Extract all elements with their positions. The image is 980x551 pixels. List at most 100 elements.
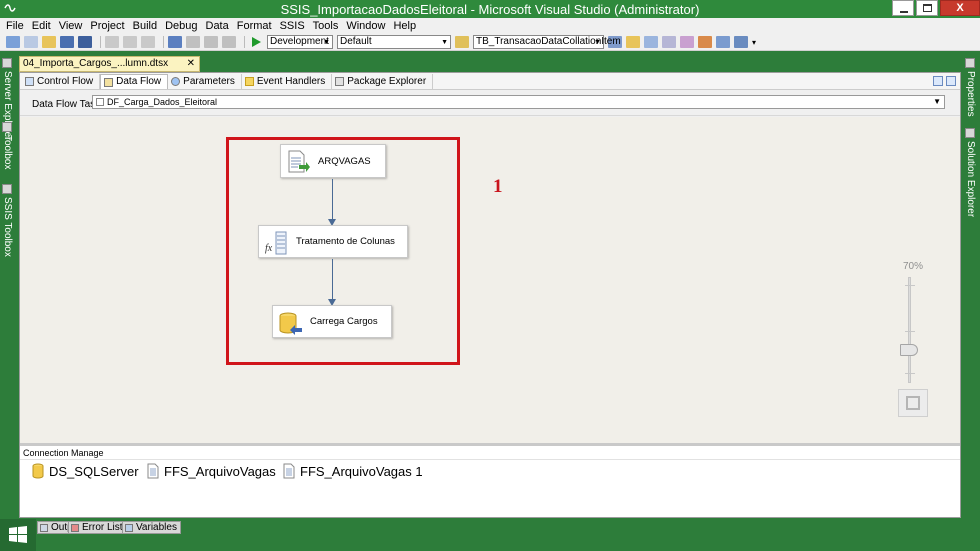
find-in-files-icon[interactable] bbox=[455, 36, 469, 48]
zoom-tick bbox=[905, 331, 915, 332]
zoom-tick bbox=[905, 285, 915, 286]
menu-debug[interactable]: Debug bbox=[161, 20, 201, 32]
connection-ffs-arquivovagas[interactable]: FFS_ArquivoVagas bbox=[147, 463, 276, 479]
windows-start-button[interactable] bbox=[0, 519, 36, 551]
navigate-forward-icon[interactable] bbox=[222, 36, 236, 48]
ssis-log-icon[interactable] bbox=[698, 36, 712, 48]
menu-format[interactable]: Format bbox=[233, 20, 276, 32]
tab-variables-label: Variables bbox=[136, 522, 177, 533]
maximize-button[interactable] bbox=[916, 0, 938, 16]
tab-error-list[interactable]: Error List bbox=[68, 521, 127, 534]
close-tab-icon[interactable]: ✕ bbox=[187, 57, 195, 71]
menu-edit[interactable]: Edit bbox=[28, 20, 55, 32]
navigate-backward-icon[interactable] bbox=[204, 36, 218, 48]
data-flow-task-select[interactable]: DF_Carga_Dados_Eleitoral ▼ bbox=[92, 95, 945, 109]
start-debugging-icon[interactable] bbox=[249, 36, 263, 48]
menu-bar: File Edit View Project Build Debug Data … bbox=[0, 18, 980, 34]
close-button[interactable]: X bbox=[940, 0, 980, 16]
tab-parameters[interactable]: Parameters bbox=[168, 74, 242, 89]
tab-variables[interactable]: Variables bbox=[122, 521, 181, 534]
show-annotations-icon[interactable] bbox=[946, 76, 956, 86]
connection-managers-header: Connection Manage bbox=[23, 448, 104, 458]
zoom-to-fit-icon[interactable] bbox=[933, 76, 943, 86]
data-flow-canvas[interactable]: 1 ARQVAGAS fx Tratamento de Colunas Carr… bbox=[20, 117, 960, 443]
solution-platform-combo[interactable]: Default ▼ bbox=[337, 35, 451, 49]
menu-help[interactable]: Help bbox=[389, 20, 420, 32]
copy-icon[interactable] bbox=[123, 36, 137, 48]
menu-ssis[interactable]: SSIS bbox=[276, 20, 309, 32]
tab-data-flow[interactable]: Data Flow bbox=[100, 74, 169, 89]
properties-label: Properties bbox=[965, 71, 976, 117]
data-path-connector[interactable] bbox=[332, 179, 333, 221]
server-explorer-icon bbox=[2, 58, 12, 68]
paste-icon[interactable] bbox=[141, 36, 155, 48]
ssis-toolbox-label: SSIS Toolbox bbox=[2, 197, 13, 257]
solution-explorer-tab[interactable]: Solution Explorer bbox=[965, 128, 976, 217]
toolbar-overflow-icon[interactable]: ▾ bbox=[752, 38, 756, 47]
data-path-connector[interactable] bbox=[332, 259, 333, 301]
designer-tabs: Control Flow Data Flow Parameters Event … bbox=[20, 73, 960, 90]
menu-view[interactable]: View bbox=[55, 20, 87, 32]
component-carrega-cargos[interactable]: Carrega Cargos bbox=[272, 305, 392, 338]
toolbar-separator bbox=[100, 36, 101, 48]
divider bbox=[20, 459, 960, 460]
component-tratamento-de-colunas[interactable]: fx Tratamento de Colunas bbox=[258, 225, 408, 258]
toolbox-tab[interactable]: Toolbox bbox=[2, 122, 13, 169]
find-combo[interactable]: TB_TransacaoDataCollationItem ▼ bbox=[473, 35, 621, 49]
data-flow-task-row: Data Flow Task: DF_Carga_Dados_Eleitoral… bbox=[20, 90, 960, 116]
component-arqvagas[interactable]: ARQVAGAS bbox=[280, 144, 386, 178]
open-folder-icon[interactable] bbox=[42, 36, 56, 48]
menu-tools[interactable]: Tools bbox=[309, 20, 343, 32]
object-browser-icon[interactable] bbox=[644, 36, 658, 48]
ssis-toolbox-tab[interactable]: SSIS Toolbox bbox=[2, 184, 13, 257]
properties-icon bbox=[965, 58, 975, 68]
chevron-down-icon: ▼ bbox=[594, 39, 601, 46]
tab-package-explorer[interactable]: Package Explorer bbox=[332, 74, 434, 89]
connection-ffs-arquivovagas-1[interactable]: FFS_ArquivoVagas 1 bbox=[283, 463, 423, 479]
save-icon[interactable] bbox=[60, 36, 74, 48]
properties-window-icon[interactable] bbox=[626, 36, 640, 48]
new-project-icon[interactable] bbox=[6, 36, 20, 48]
tab-package-explorer-label: Package Explorer bbox=[347, 75, 427, 87]
add-item-icon[interactable] bbox=[24, 36, 38, 48]
ssis-variables-icon[interactable] bbox=[680, 36, 694, 48]
solution-platform-value: Default bbox=[340, 36, 372, 47]
undo-icon[interactable] bbox=[168, 36, 182, 48]
parameters-icon bbox=[171, 77, 181, 86]
component-label: Tratamento de Colunas bbox=[296, 236, 395, 247]
zoom-tick bbox=[905, 373, 915, 374]
ssis-toolbox-icon bbox=[2, 184, 12, 194]
chevron-down-icon: ▼ bbox=[441, 39, 448, 46]
save-all-icon[interactable] bbox=[78, 36, 92, 48]
tab-control-flow[interactable]: Control Flow bbox=[22, 74, 101, 89]
menu-project[interactable]: Project bbox=[86, 20, 128, 32]
properties-tab[interactable]: Properties bbox=[965, 58, 976, 117]
solution-configuration-combo[interactable]: Development ▼ bbox=[267, 35, 333, 49]
cut-icon[interactable] bbox=[105, 36, 119, 48]
toolbox-icon bbox=[2, 122, 12, 132]
zoom-slider-track[interactable] bbox=[908, 277, 911, 383]
right-tool-strip: Properties Solution Explorer bbox=[962, 52, 980, 520]
document-tab[interactable]: 04_Importa_Cargos_...lumn.dtsx [Design]*… bbox=[19, 56, 200, 83]
zoom-slider-thumb[interactable] bbox=[900, 344, 918, 356]
solution-explorer-icon bbox=[965, 128, 975, 138]
extension-manager-icon[interactable] bbox=[734, 36, 748, 48]
standard-toolbar: Development ▼ Default ▼ TB_TransacaoDataCo… bbox=[0, 34, 980, 51]
connection-label: FFS_ArquivoVagas 1 bbox=[300, 463, 423, 479]
error-list-icon bbox=[71, 523, 79, 532]
zoom-to-fit-button[interactable] bbox=[898, 389, 928, 417]
svg-text:fx: fx bbox=[265, 243, 273, 254]
connection-ds-sqlserver[interactable]: DS_SQLServer bbox=[32, 463, 139, 479]
menu-file[interactable]: File bbox=[2, 20, 28, 32]
annotation-number: 1 bbox=[493, 176, 503, 197]
tab-event-handlers[interactable]: Event Handlers bbox=[242, 74, 333, 89]
ssis-parameters-icon[interactable] bbox=[716, 36, 730, 48]
toolbox-icon[interactable] bbox=[662, 36, 676, 48]
menu-build[interactable]: Build bbox=[129, 20, 161, 32]
package-explorer-icon bbox=[335, 77, 345, 86]
minimize-button[interactable] bbox=[892, 0, 914, 16]
tab-data-flow-label: Data Flow bbox=[116, 76, 162, 87]
menu-data[interactable]: Data bbox=[202, 20, 233, 32]
menu-window[interactable]: Window bbox=[342, 20, 389, 32]
redo-icon[interactable] bbox=[186, 36, 200, 48]
